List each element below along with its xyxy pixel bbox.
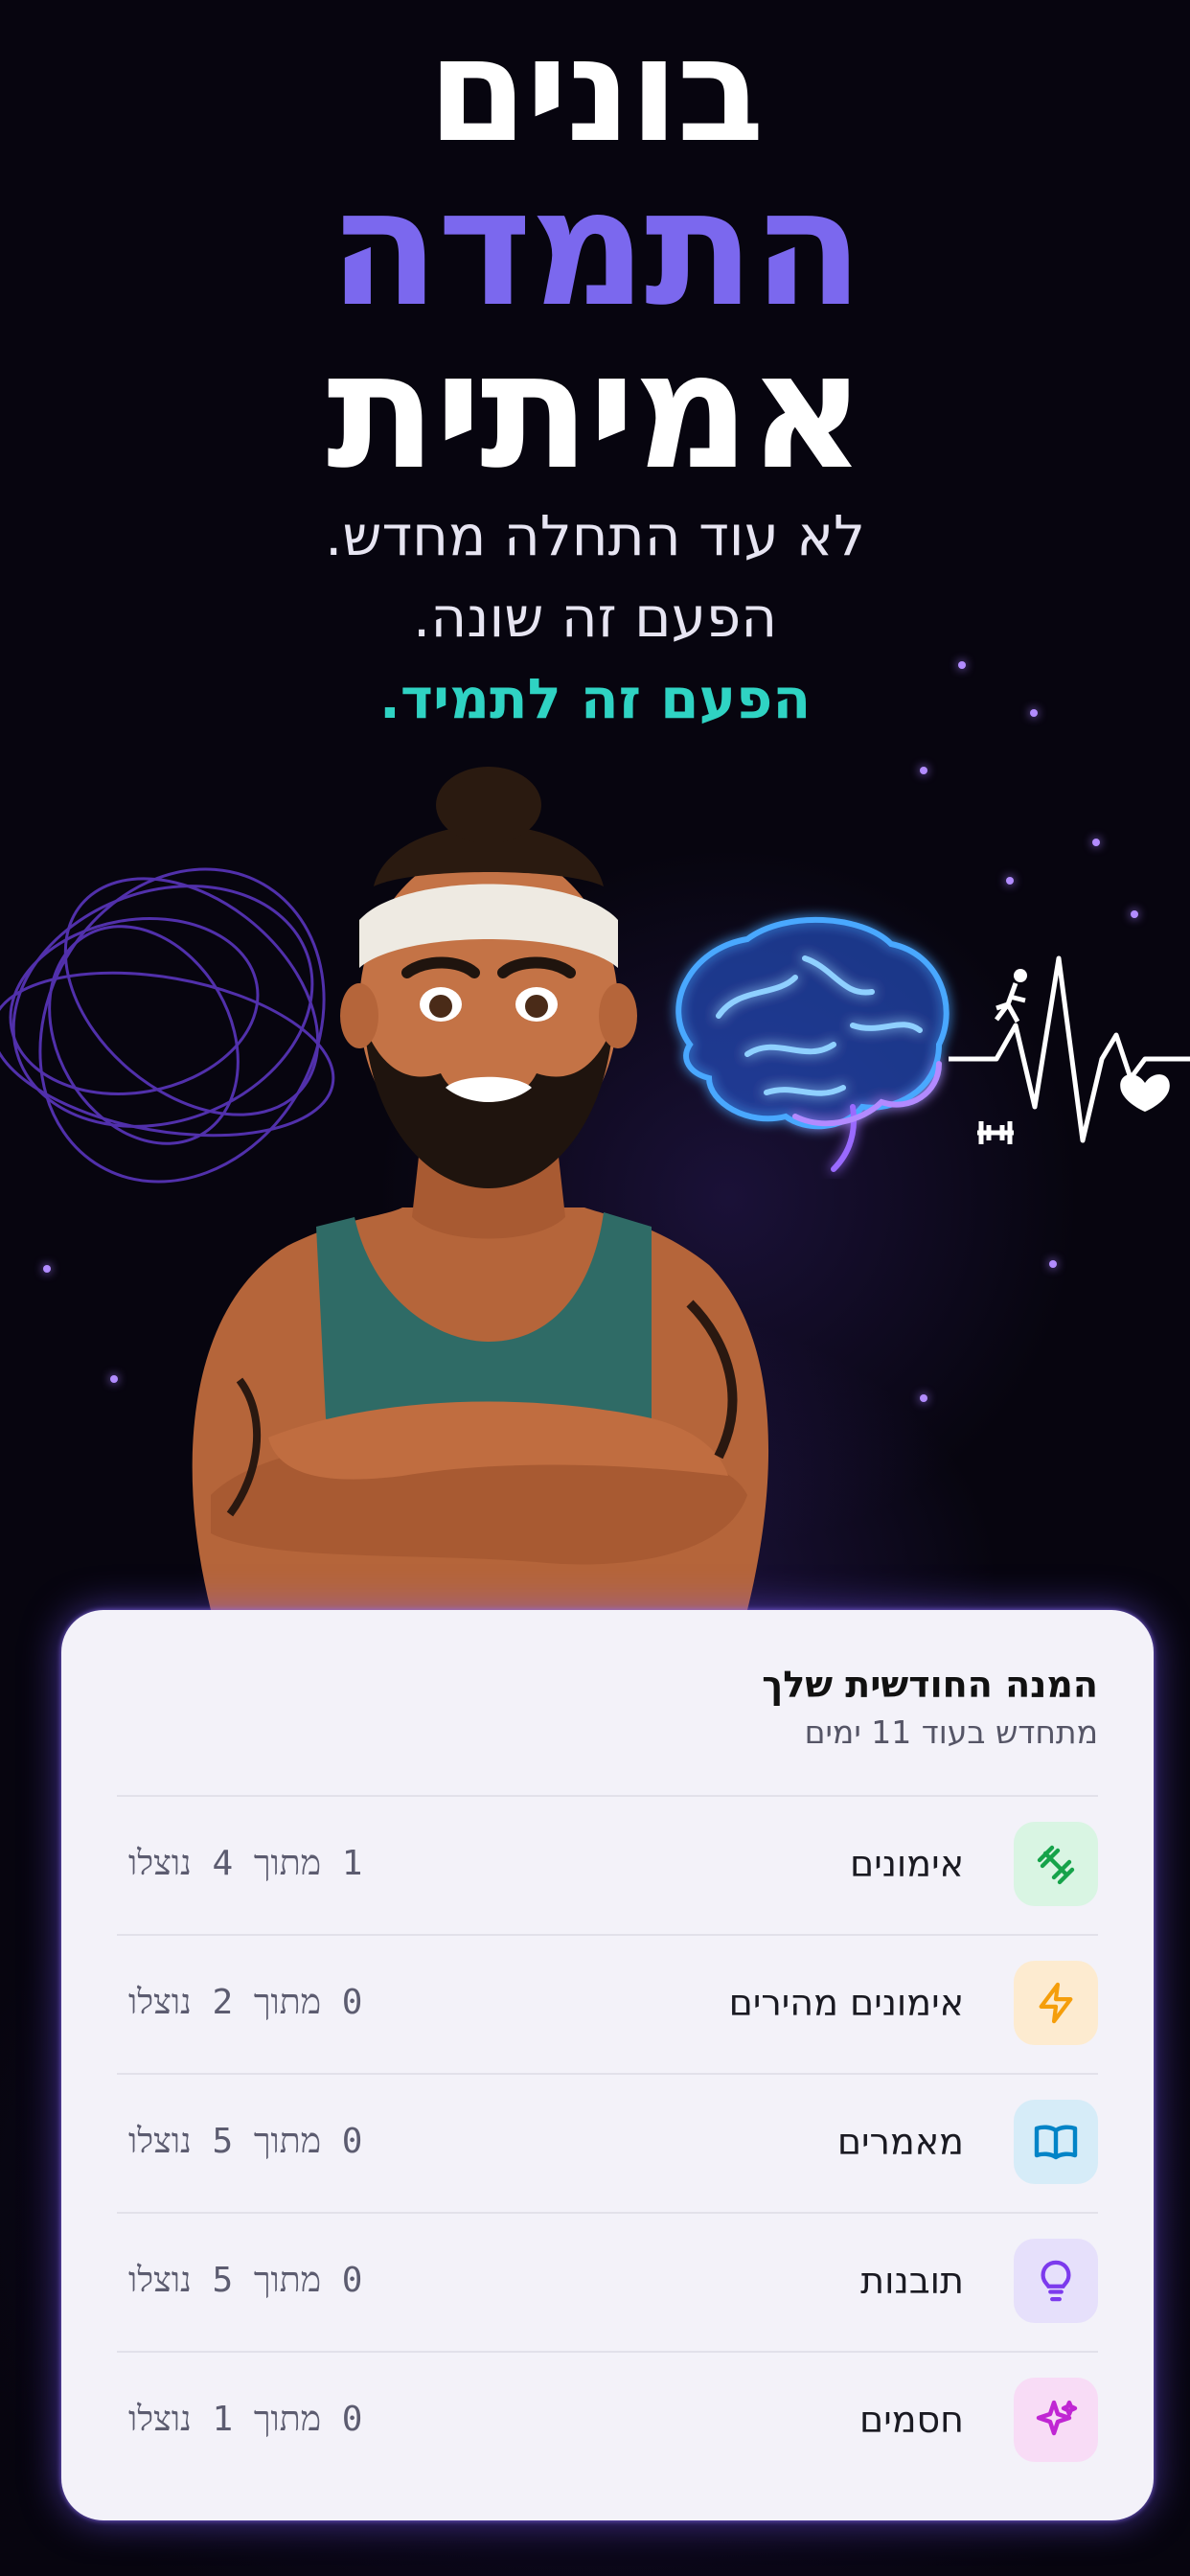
card-title: המנה החודשית שלך bbox=[762, 1664, 1098, 1706]
heart-icon bbox=[1120, 1074, 1170, 1112]
quota-count: 0 מתוך 1 נוצלו bbox=[128, 2400, 363, 2439]
subtitle-line-3: הפעם זה לתמיד. bbox=[378, 666, 812, 731]
quota-label: חסמים bbox=[858, 2399, 964, 2441]
lightbulb-icon bbox=[1014, 2239, 1098, 2323]
quota-row-articles: מאמרים 0 מתוך 5 נוצלו bbox=[117, 2073, 1098, 2212]
quota-row-insights: תובנות 0 מתוך 5 נוצלו bbox=[117, 2212, 1098, 2351]
dumbbell-icon bbox=[1014, 1822, 1098, 1906]
lightning-icon bbox=[1014, 1961, 1098, 2045]
card-renewal-text: מתחדש בעוד 11 ימים bbox=[804, 1714, 1098, 1751]
quota-count: 0 מתוך 5 נוצלו bbox=[128, 2261, 363, 2300]
subtitle-line-2: הפעם זה שונה. bbox=[412, 585, 778, 650]
headline-line-1: בונים bbox=[427, 8, 765, 174]
quota-count: 0 מתוך 2 נוצלו bbox=[128, 1983, 363, 2022]
book-icon bbox=[1014, 2100, 1098, 2184]
quota-label: מאמרים bbox=[836, 2121, 964, 2163]
subtitle-line-1: לא עוד התחלה מחדש. bbox=[324, 503, 866, 568]
headline-line-3: אמיתית bbox=[326, 317, 865, 505]
quota-row-workouts: אימונים 1 מתוך 4 נוצלו bbox=[117, 1795, 1098, 1934]
quota-label: אימונים מהירים bbox=[728, 1982, 964, 2024]
quota-count: 1 מתוך 4 נוצלו bbox=[128, 1844, 363, 1883]
avatar-character bbox=[192, 767, 769, 1610]
sparkle-icon bbox=[1014, 2378, 1098, 2462]
runner-icon bbox=[995, 969, 1027, 1024]
quota-label: תובנות bbox=[860, 2260, 964, 2302]
heartbeat-line-icon bbox=[949, 955, 1190, 1144]
monthly-quota-card: המנה החודשית שלך מתחדש בעוד 11 ימים אימו… bbox=[61, 1610, 1154, 2520]
quota-row-blockers: חסמים 0 מתוך 1 נוצלו bbox=[117, 2351, 1098, 2490]
headline-line-2: התמדה bbox=[329, 154, 863, 342]
hero-illustration bbox=[0, 661, 1190, 1610]
quota-row-quick-workouts: אימונים מהירים 0 מתוך 2 נוצלו bbox=[117, 1934, 1098, 2073]
dumbbell-small-icon bbox=[977, 1121, 1014, 1144]
quota-count: 0 מתוך 5 נוצלו bbox=[128, 2122, 363, 2161]
quota-label: אימונים bbox=[850, 1843, 964, 1885]
